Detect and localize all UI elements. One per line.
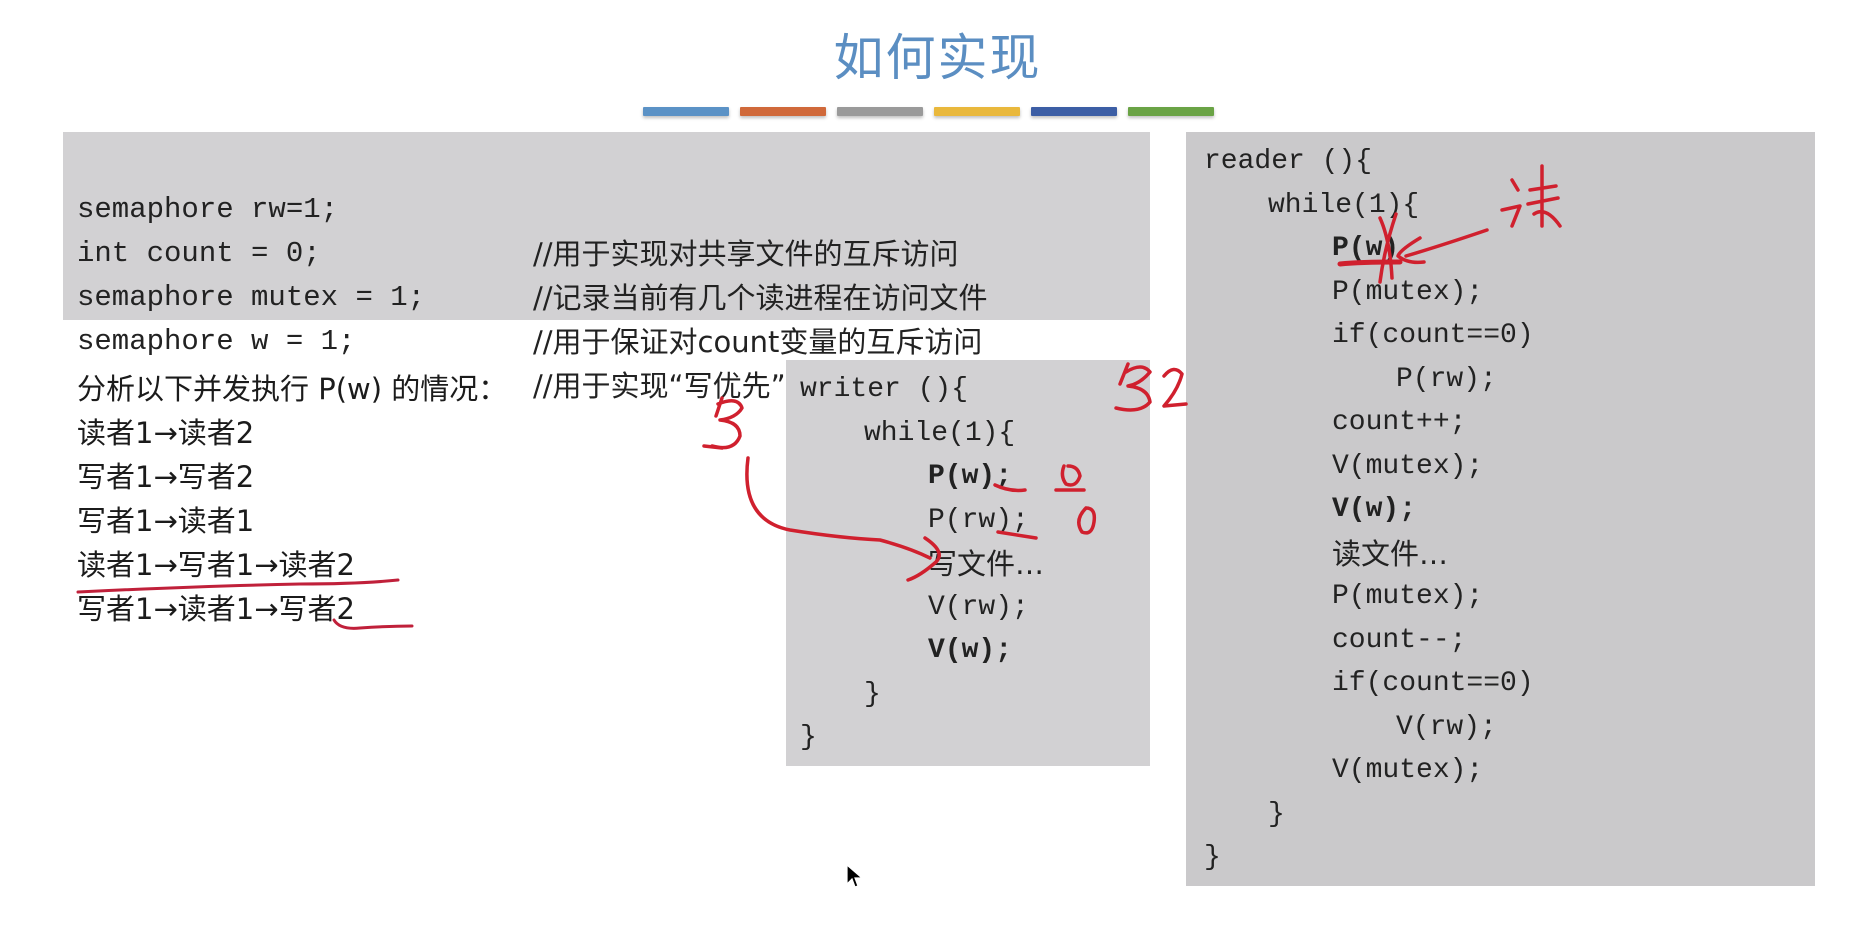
writer-code-line: V(rw); [928,591,1029,623]
writer-code-line: P(w); [928,461,1013,492]
reader-code-line: P(w) [1332,233,1400,264]
reader-code-line: V(mutex); [1332,450,1484,482]
reader-code-line: P(mutex); [1332,276,1484,308]
writer-code-line: V(w); [928,635,1013,666]
reader-code-line: if(count==0) [1332,668,1534,699]
declarations-box: semaphore rw=1; //用于实现对共享文件的互斥访问 int cou… [63,132,1150,403]
reader-code-line: count--; [1332,624,1467,656]
reader-code-line: V(rw); [1396,711,1497,743]
mouse-cursor-icon [846,864,864,888]
writer-code-box: writer (){ while(1){ P(w); P(rw); 写文件… V(rw);… [786,360,1150,766]
accent-bar [934,107,1020,116]
accent-bar [643,107,729,116]
reader-code-line: P(mutex); [1332,581,1484,612]
analysis-case: 写者1→读者1→写者2 [77,592,355,626]
reader-code-line: reader (){ [1204,146,1373,177]
declaration-comment: //记录当前有几个读进程在访问文件 [533,281,988,315]
accent-bar [1128,107,1214,116]
analysis-case: 写者1→写者2 [77,460,255,494]
writer-code-line: } [800,722,817,753]
writer-code-line: while(1){ [864,417,1016,449]
declaration-comment: //用于实现“写优先” [533,369,786,403]
reader-code-line: if(count==0) [1332,320,1534,351]
reader-code-line: P(rw); [1396,363,1497,395]
slide-title: 如何实现 [833,29,1042,87]
analysis-heading: 分析以下并发执行 P(w) 的情况： [77,372,508,406]
accent-bar [740,107,826,116]
accent-bar [1031,107,1117,116]
reader-code-line: while(1){ [1268,189,1420,221]
declaration-comment: //用于实现对共享文件的互斥访问 [533,237,959,271]
reader-code-line: V(w); [1332,494,1417,525]
reader-code-line: 读文件… [1332,536,1449,571]
reader-code-line: count++; [1332,407,1467,438]
accent-bar [837,107,923,116]
analysis-case: 读者1→读者2 [77,416,255,450]
analysis-case: 读者1→写者1→读者2 [77,548,355,582]
reader-code-box: reader (){ while(1){ P(w) P(mutex); if(count… [1186,132,1815,886]
writer-code-line: P(rw); [928,504,1029,536]
writer-code-line: } [864,678,881,710]
reader-code-line: V(mutex); [1332,755,1484,786]
declaration-code: semaphore w = 1; [77,325,356,358]
writer-code-line: 写文件… [928,547,1045,581]
analysis-case: 写者1→读者1 [77,504,255,538]
reader-code-line: } [1204,842,1221,873]
reader-code-line: } [1268,798,1285,830]
declaration-comment: //用于保证对count变量的互斥访问 [533,325,983,359]
analysis-section: 分析以下并发执行 P(w) 的情况： 读者1→读者2 写者1→写者2 写者1→读… [77,367,507,631]
writer-code-line: writer (){ [800,374,969,405]
